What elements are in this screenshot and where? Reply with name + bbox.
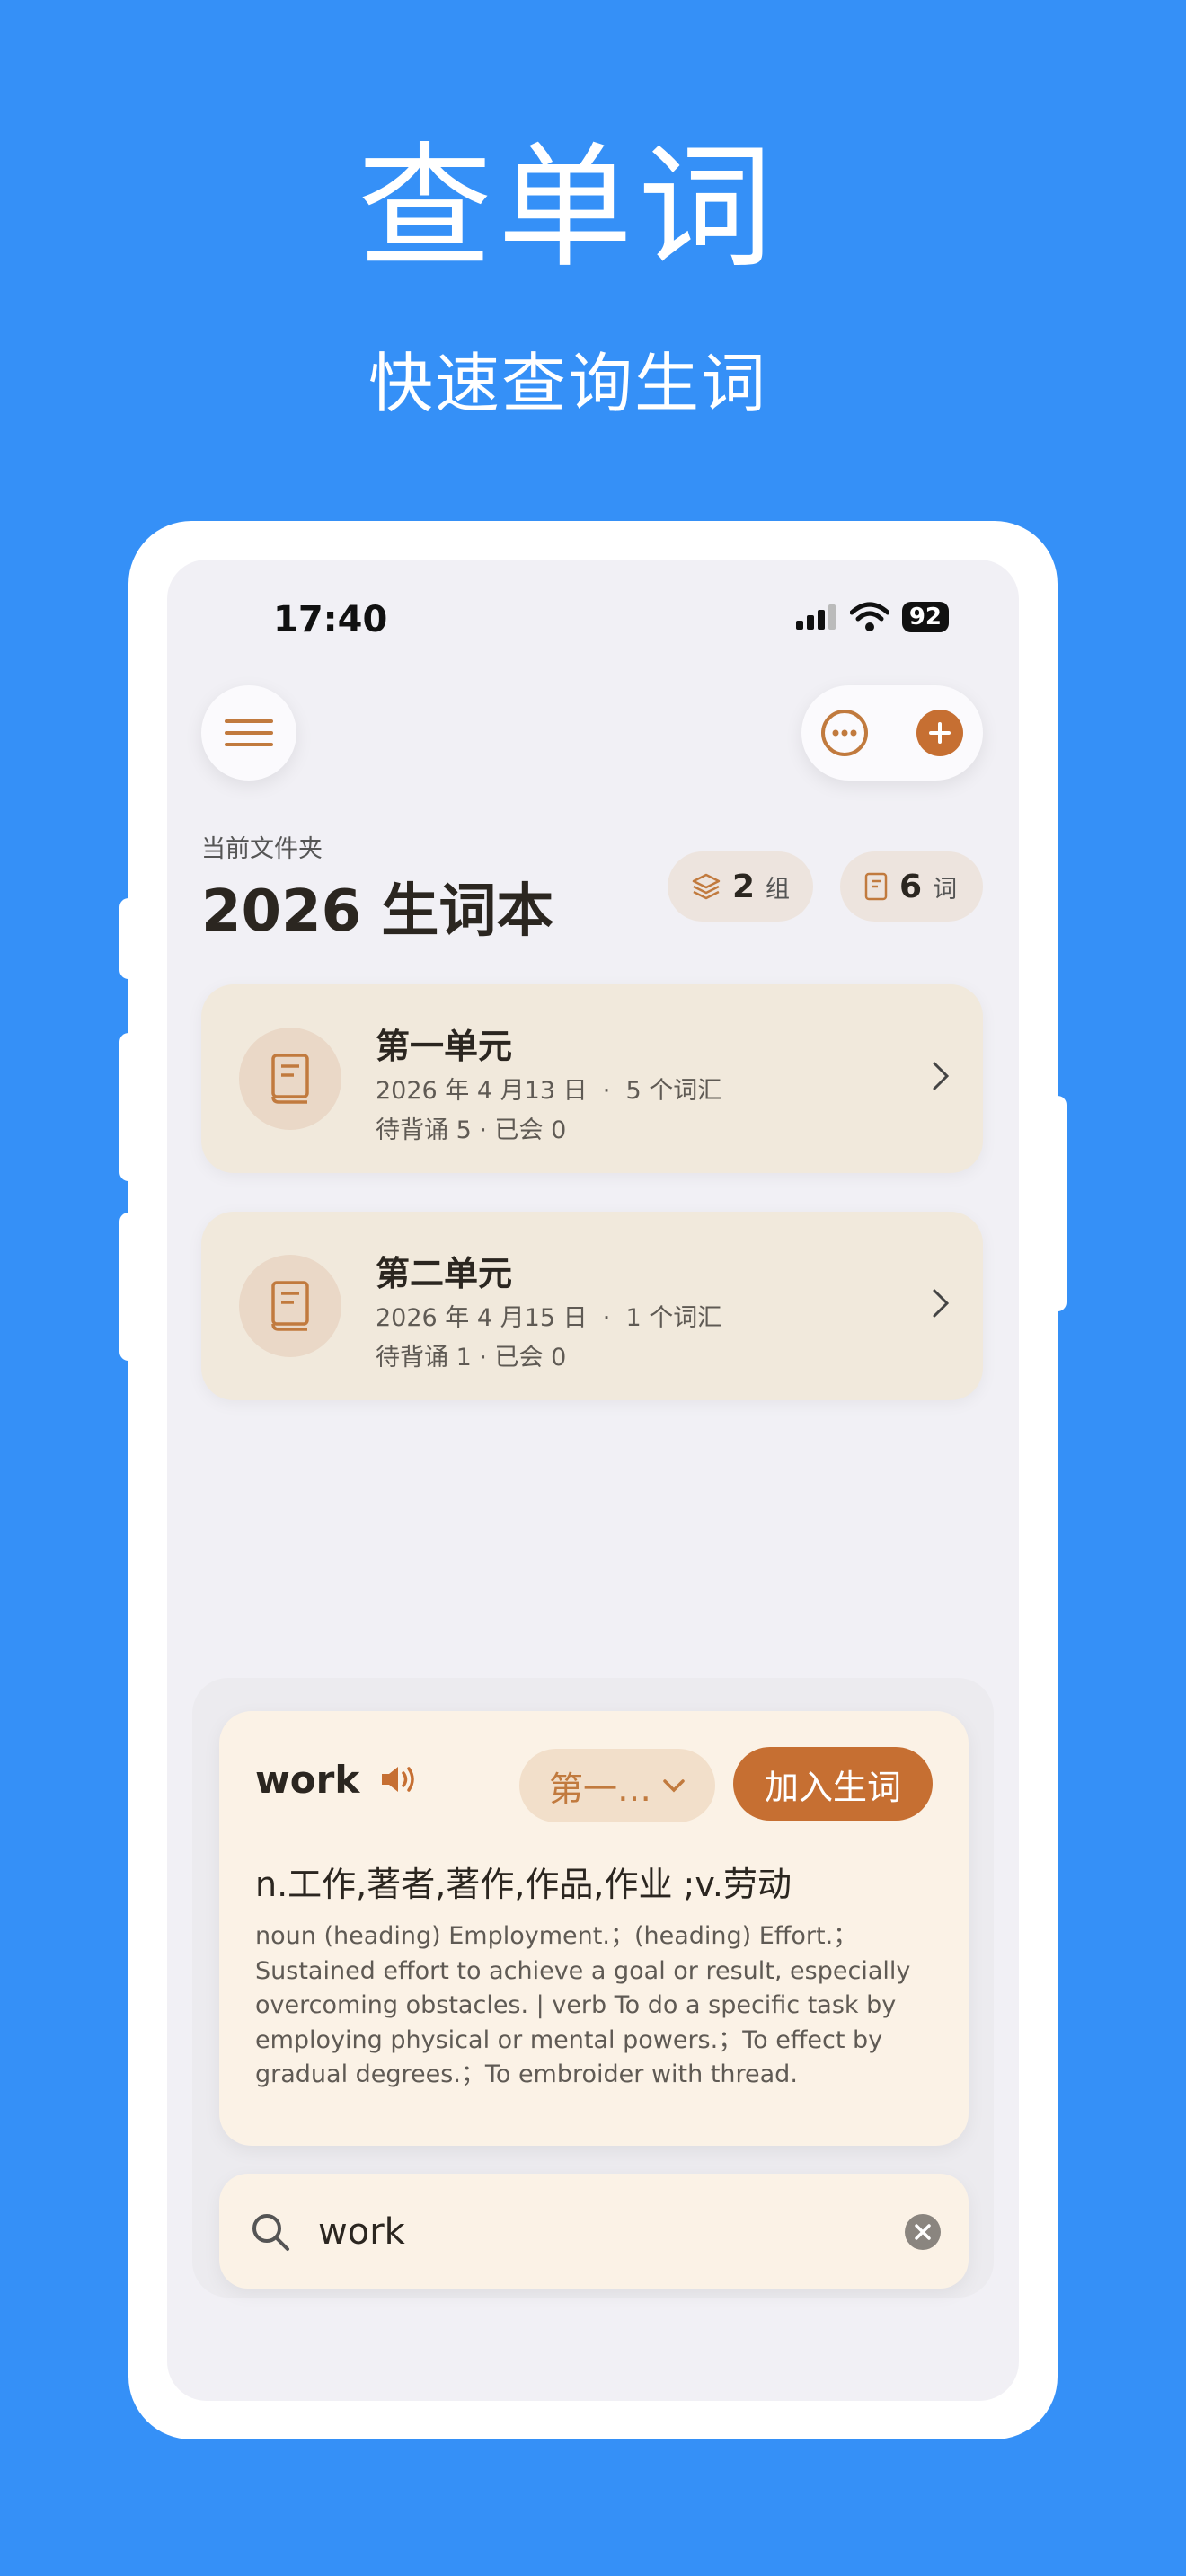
book-icon — [239, 1028, 341, 1130]
wifi-icon — [849, 602, 890, 631]
layers-icon — [692, 873, 721, 900]
notebook-icon — [864, 872, 888, 901]
unit-progress: 待背诵 5 · 已会 0 — [376, 1116, 567, 1144]
lookup-word: work — [255, 1758, 360, 1802]
unit-title: 第一单元 — [376, 1027, 513, 1066]
more-icon[interactable] — [819, 708, 870, 758]
chevron-right-icon — [933, 1062, 950, 1090]
folder-label: 当前文件夹 — [201, 835, 323, 863]
words-count: 6 — [899, 868, 923, 905]
clear-icon[interactable] — [904, 2213, 942, 2251]
status-icons: 92 — [794, 597, 949, 637]
search-input[interactable] — [316, 2204, 859, 2260]
hero-title: 查单词 — [357, 130, 778, 287]
app-screen: 17:40 92 当前文件夹 2026 生词本 2 组 6 词 第一单元 202… — [167, 560, 1019, 2401]
unit-card[interactable]: 第二单元 2026 年 4 月15 日 · 1 个词汇 待背诵 1 · 已会 0 — [201, 1212, 983, 1400]
search-icon — [252, 2214, 289, 2251]
signal-icon — [795, 604, 836, 630]
short-definition: n.工作,著者,著作,作品,作业 ;v.劳动 — [255, 1865, 792, 1904]
words-unit: 词 — [933, 875, 958, 904]
unit-title: 第二单元 — [376, 1254, 513, 1293]
groups-count: 2 — [731, 868, 755, 905]
speaker-icon[interactable] — [379, 1763, 419, 1795]
groups-count-badge[interactable]: 2 组 — [668, 851, 813, 922]
top-actions — [801, 685, 983, 781]
menu-button[interactable] — [201, 685, 296, 781]
long-definition: noun (heading) Employment.；(heading) Eff… — [255, 1922, 911, 2088]
group-select[interactable]: 第一… — [519, 1749, 715, 1822]
add-icon[interactable] — [915, 708, 965, 758]
unit-progress: 待背诵 1 · 已会 0 — [376, 1344, 567, 1372]
folder-title: 2026 生词本 — [201, 878, 554, 945]
book-icon — [239, 1255, 341, 1357]
status-time: 17:40 — [273, 599, 388, 640]
add-to-wordbook-button[interactable]: 加入生词 — [733, 1747, 933, 1821]
groups-unit: 组 — [766, 875, 790, 904]
phone-frame: 17:40 92 当前文件夹 2026 生词本 2 组 6 词 第一单元 202… — [128, 521, 1058, 2439]
hero-subtitle: 快速查询生词 — [367, 346, 767, 421]
hamburger-icon — [225, 719, 273, 746]
group-select-value: 第一… — [548, 1769, 651, 1809]
unit-meta: 2026 年 4 月13 日 · 5 个词汇 — [376, 1077, 722, 1105]
definition-card: work 第一… 加入生词 n.工作,著者,著作,作品,作业 ;v.劳动 nou… — [219, 1711, 969, 2146]
words-count-badge[interactable]: 6 词 — [840, 851, 983, 922]
unit-meta: 2026 年 4 月15 日 · 1 个词汇 — [376, 1304, 722, 1332]
search-bar — [219, 2174, 969, 2289]
unit-card[interactable]: 第一单元 2026 年 4 月13 日 · 5 个词汇 待背诵 5 · 已会 0 — [201, 984, 983, 1173]
chevron-down-icon — [663, 1779, 685, 1793]
chevron-right-icon — [933, 1289, 950, 1318]
battery-indicator: 92 — [901, 602, 949, 632]
